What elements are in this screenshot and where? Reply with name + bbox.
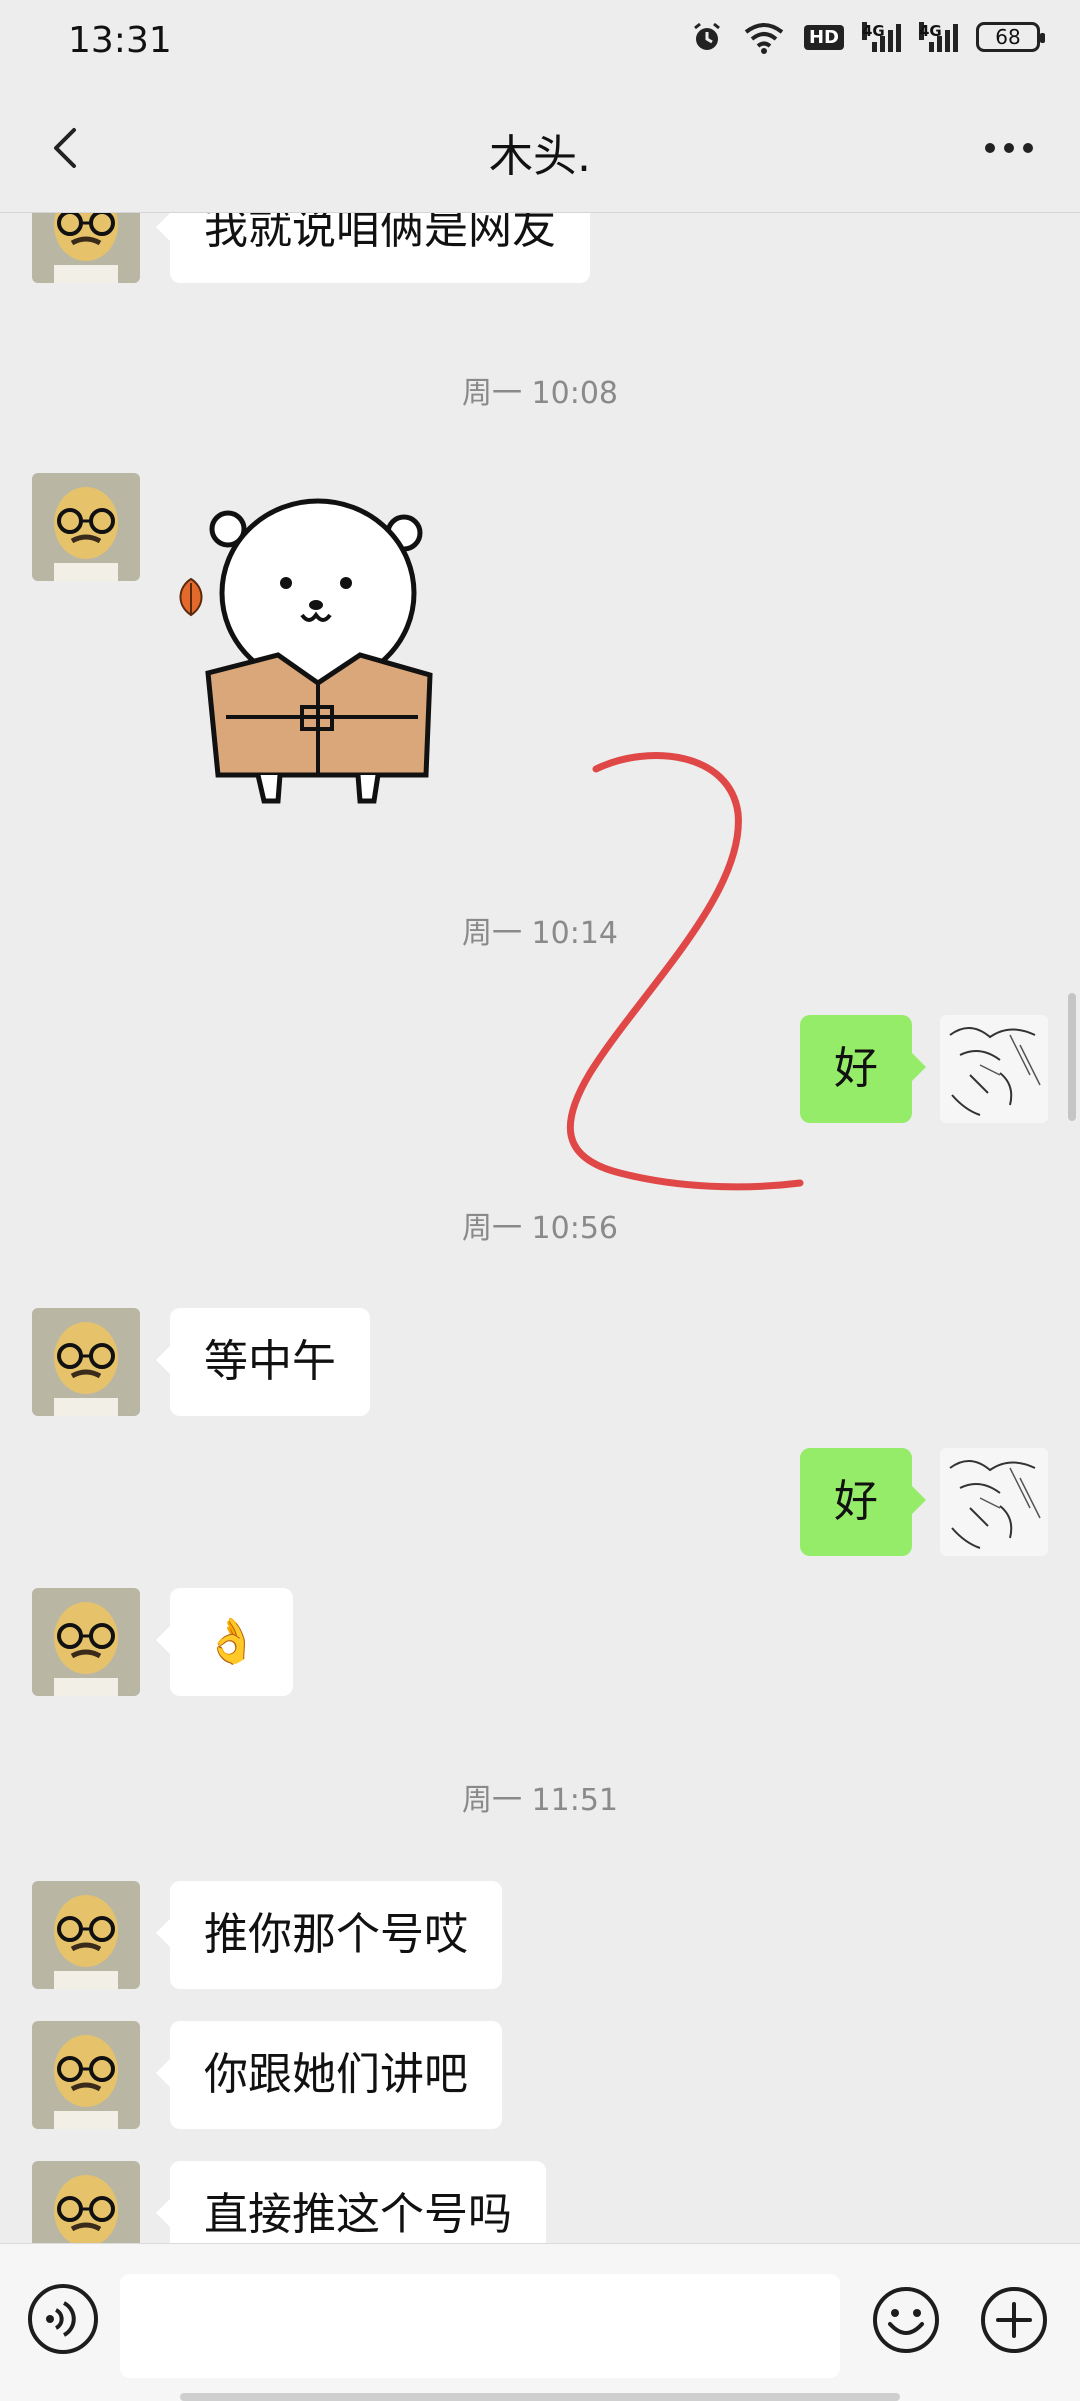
more-dot-icon: [1004, 143, 1014, 153]
avatar-image: [32, 213, 140, 283]
voice-input-button[interactable]: [28, 2284, 98, 2354]
bear-sticker[interactable]: [168, 493, 468, 813]
input-bar: [0, 2243, 1080, 2401]
avatar-image: [32, 2161, 140, 2243]
contact-avatar[interactable]: [32, 2161, 140, 2243]
timestamp: 周一 10:56: [462, 1211, 618, 1246]
avatar-image: [32, 1308, 140, 1416]
message-bubble[interactable]: 👌: [156, 1588, 293, 1696]
hd-badge: HD: [803, 24, 844, 50]
battery-icon: 68: [976, 22, 1045, 52]
message-bubble[interactable]: 我就说咱俩是网友: [156, 213, 590, 283]
status-bar: 13:31 HD 4G 4G 68: [0, 0, 1080, 84]
scrollbar[interactable]: [1068, 993, 1076, 1121]
avatar-image: [32, 1588, 140, 1696]
chat-header: 木头.: [0, 84, 1080, 213]
message-bubble[interactable]: 你跟她们讲吧: [156, 2021, 502, 2129]
message-input[interactable]: [120, 2274, 840, 2378]
more-dot-icon: [1023, 143, 1033, 153]
my-avatar[interactable]: [940, 1448, 1048, 1556]
contact-avatar[interactable]: [32, 1308, 140, 1416]
message-bubble[interactable]: 直接推这个号吗: [156, 2161, 546, 2243]
contact-avatar[interactable]: [32, 2021, 140, 2129]
avatar-image: [32, 1881, 140, 1989]
timestamp: 周一 10:08: [462, 376, 618, 411]
alarm-icon: [694, 22, 720, 50]
avatar-image: [32, 2021, 140, 2129]
emoji-button[interactable]: [870, 2284, 942, 2356]
more-dot-icon: [985, 143, 995, 153]
message-bubble-own[interactable]: 好: [800, 1015, 926, 1123]
message-bubble-own[interactable]: 好: [800, 1448, 926, 1556]
contact-avatar[interactable]: [32, 1588, 140, 1696]
contact-avatar[interactable]: [32, 1881, 140, 1989]
more-options-button[interactable]: [974, 118, 1044, 178]
my-avatar[interactable]: [940, 1015, 1048, 1123]
avatar-image: [32, 473, 140, 581]
battery-level: 68: [995, 25, 1021, 49]
signal-icon-1: 4G: [862, 22, 901, 52]
signal-icon-2: 4G: [919, 22, 958, 52]
contact-avatar[interactable]: [32, 213, 140, 283]
avatar-image: [940, 1448, 1048, 1556]
more-functions-button[interactable]: [978, 2284, 1050, 2356]
voice-icon: [46, 2301, 76, 2337]
status-icons: HD 4G 4G 68: [690, 20, 1045, 54]
status-time: 13:31: [68, 20, 172, 61]
message-bubble[interactable]: 等中午: [156, 1308, 370, 1416]
timestamp: 周一 10:14: [462, 916, 618, 951]
contact-avatar[interactable]: [32, 473, 140, 581]
avatar-image: [940, 1015, 1048, 1123]
wifi-icon: [744, 23, 784, 54]
chat-message-list[interactable]: 我就说咱俩是网友 周一 10:08 周一 10:14 好 周一 10:56 等中…: [0, 213, 1080, 2243]
timestamp: 周一 11:51: [462, 1783, 618, 1818]
message-bubble[interactable]: 推你那个号哎: [156, 1881, 502, 1989]
chat-title: 木头.: [489, 131, 591, 182]
